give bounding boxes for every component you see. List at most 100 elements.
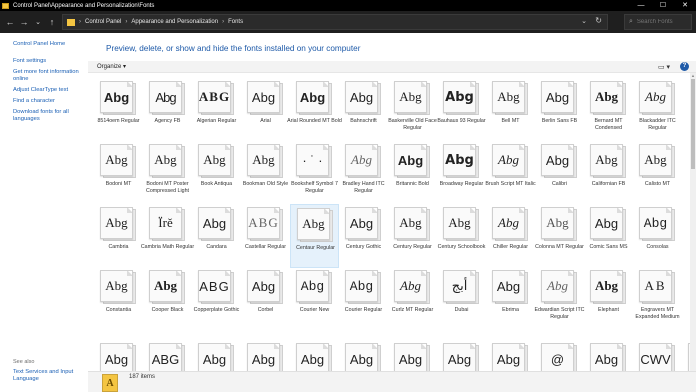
- page-heading: Preview, delete, or show and hide the fo…: [106, 44, 361, 53]
- font-item[interactable]: Abg Calibri: [535, 141, 584, 205]
- minimize-button[interactable]: —: [630, 0, 652, 11]
- font-item[interactable]: Abg Courier New: [290, 267, 339, 331]
- main-pane: Preview, delete, or show and hide the fo…: [88, 33, 696, 392]
- font-item[interactable]: CWV: [633, 343, 682, 374]
- font-item[interactable]: Abg Bookman Old Style: [241, 141, 290, 205]
- font-item[interactable]: Abg Britannic Bold: [388, 141, 437, 205]
- maximize-button[interactable]: ☐: [652, 0, 674, 11]
- font-name-label: Bodoni MT Poster Compressed Light: [146, 181, 189, 194]
- font-item[interactable]: @: [535, 343, 584, 374]
- control-panel-home-link[interactable]: Control Panel Home: [13, 41, 85, 48]
- font-name-label: Constantia: [105, 307, 132, 313]
- font-preview-icon: Abg: [247, 144, 283, 178]
- help-icon[interactable]: ?: [680, 62, 689, 71]
- font-item[interactable]: Abg Courier Regular: [339, 267, 388, 331]
- font-item[interactable]: Abg Cambria: [94, 204, 143, 268]
- font-item[interactable]: Abg Brush Script MT Italic: [485, 141, 536, 205]
- font-item[interactable]: Abg Ebrima: [486, 267, 535, 331]
- vertical-scrollbar[interactable]: ▲: [690, 73, 696, 375]
- font-info-link[interactable]: Get more font information online: [13, 69, 85, 83]
- font-item[interactable]: Abg Century Gothic: [339, 204, 388, 268]
- close-button[interactable]: ✕: [674, 0, 696, 11]
- font-item[interactable]: Abg Agency FB: [143, 78, 192, 142]
- breadcrumb-appearance[interactable]: Appearance and Personalization: [131, 19, 218, 25]
- cleartype-link[interactable]: Adjust ClearType text: [13, 87, 85, 94]
- font-item[interactable]: Abg Arial Rounded MT Bold: [287, 78, 342, 142]
- font-item[interactable]: Abg 8514oem Regular: [94, 78, 143, 142]
- font-item[interactable]: Abg Book Antiqua: [192, 141, 241, 205]
- font-item[interactable]: Abg Bodoni MT Poster Compressed Light: [143, 141, 192, 205]
- up-button[interactable]: ↑: [45, 17, 59, 27]
- back-button[interactable]: ←: [3, 17, 17, 27]
- font-item[interactable]: Abg Edwardian Script ITC Regular: [534, 267, 585, 331]
- find-character-link[interactable]: Find a character: [13, 98, 85, 105]
- font-item[interactable]: Abg Centaur Regular: [290, 204, 339, 268]
- command-bar: Organize ▾ ▭ ▾ ?: [88, 61, 696, 73]
- font-item[interactable]: Abg Arial: [241, 78, 290, 142]
- font-item[interactable]: Abg Bahnschrift: [339, 78, 388, 142]
- font-item[interactable]: Abg Corbel: [241, 267, 290, 331]
- font-item[interactable]: Abg Bodoni MT: [94, 141, 143, 205]
- scroll-up-icon[interactable]: ▲: [690, 73, 696, 78]
- search-input[interactable]: [636, 19, 689, 25]
- font-item[interactable]: Abg Broadway Regular: [437, 141, 486, 205]
- font-item[interactable]: Abg Bell MT: [486, 78, 535, 142]
- font-item[interactable]: Abg Bradley Hand ITC Regular: [339, 141, 388, 205]
- search-box[interactable]: ⌕: [624, 14, 692, 30]
- view-options-icon[interactable]: ▭ ▾: [658, 63, 670, 71]
- font-item[interactable]: Abg Chiller Regular: [486, 204, 535, 268]
- font-item[interactable]: Abg: [437, 343, 486, 374]
- organize-button[interactable]: Organize ▾: [97, 63, 126, 70]
- font-sample-text: Abg: [595, 152, 618, 167]
- font-item[interactable]: Abg Century Regular: [388, 204, 437, 268]
- font-item[interactable]: ABG: [143, 343, 192, 374]
- breadcrumb-control-panel[interactable]: Control Panel: [85, 19, 121, 25]
- font-item[interactable]: AB Engravers MT Expanded Medium: [633, 267, 682, 331]
- font-item[interactable]: ABG Copperplate Gothic: [192, 267, 241, 331]
- font-sample-text: CWV: [640, 351, 671, 367]
- font-item[interactable]: Abg: [241, 343, 290, 374]
- font-item[interactable]: Abg: [486, 343, 535, 374]
- text-services-link[interactable]: Text Services and Input Language: [13, 369, 85, 383]
- font-name-label: Broadway Regular: [439, 181, 484, 187]
- refresh-icon[interactable]: ↻: [595, 16, 602, 25]
- font-item[interactable]: Abg Cooper Black: [143, 267, 192, 331]
- address-bar[interactable]: › Control Panel › Appearance and Persona…: [62, 14, 608, 30]
- font-item[interactable]: Abg: [339, 343, 388, 374]
- font-item[interactable]: Abg Baskerville Old Face Regular: [388, 78, 437, 142]
- font-item[interactable]: Abg Candara: [192, 204, 241, 268]
- font-item[interactable]: أبج Dubai: [437, 267, 486, 331]
- address-dropdown-icon[interactable]: ⌄: [581, 17, 587, 25]
- font-item[interactable]: Abg Blackadder ITC Regular: [633, 78, 682, 142]
- font-item[interactable]: Abg Colonna MT Regular: [535, 204, 584, 268]
- font-item[interactable]: Abg Berlin Sans FB: [535, 78, 584, 142]
- font-item[interactable]: Abg: [682, 343, 690, 374]
- font-item[interactable]: Abg Consolas: [633, 204, 682, 268]
- font-item[interactable]: Abg: [94, 343, 143, 374]
- font-sample-text: Abg: [397, 152, 424, 168]
- font-item[interactable]: Abg: [192, 343, 241, 374]
- download-fonts-link[interactable]: Download fonts for all languages: [13, 109, 85, 123]
- font-item[interactable]: Abg Constantia: [94, 267, 143, 331]
- font-settings-link[interactable]: Font settings: [13, 58, 85, 65]
- font-item[interactable]: Abg Century Schoolbook: [437, 204, 486, 268]
- font-item[interactable]: Abg Elephant: [584, 267, 633, 331]
- font-item[interactable]: Abg Calisto MT: [633, 141, 682, 205]
- font-item[interactable]: Abg Californian FB: [584, 141, 633, 205]
- scrollbar-thumb[interactable]: [691, 79, 695, 169]
- forward-button[interactable]: →: [17, 17, 31, 27]
- font-item[interactable]: ABG Castellar Regular: [241, 204, 290, 268]
- font-item[interactable]: Abg Curlz MT Regular: [388, 267, 437, 331]
- font-item[interactable]: ABG Algerian Regular: [192, 78, 241, 142]
- font-item[interactable]: Abg Bauhaus 93 Regular: [437, 78, 486, 142]
- font-item[interactable]: · ˙ · Bookshelf Symbol 7 Regular: [290, 141, 339, 205]
- font-item[interactable]: Abg: [290, 343, 339, 374]
- font-item[interactable]: Abg Comic Sans MS: [584, 204, 633, 268]
- font-item[interactable]: Abg: [584, 343, 633, 374]
- recent-locations-button[interactable]: ⌄: [31, 18, 45, 26]
- font-item[interactable]: Ïrě Cambria Math Regular: [141, 204, 194, 268]
- breadcrumb-fonts[interactable]: Fonts: [228, 19, 243, 25]
- font-item[interactable]: Abg: [388, 343, 437, 374]
- font-sample-text: Abg: [202, 351, 227, 367]
- font-item[interactable]: Abg Bernard MT Condensed: [584, 78, 633, 142]
